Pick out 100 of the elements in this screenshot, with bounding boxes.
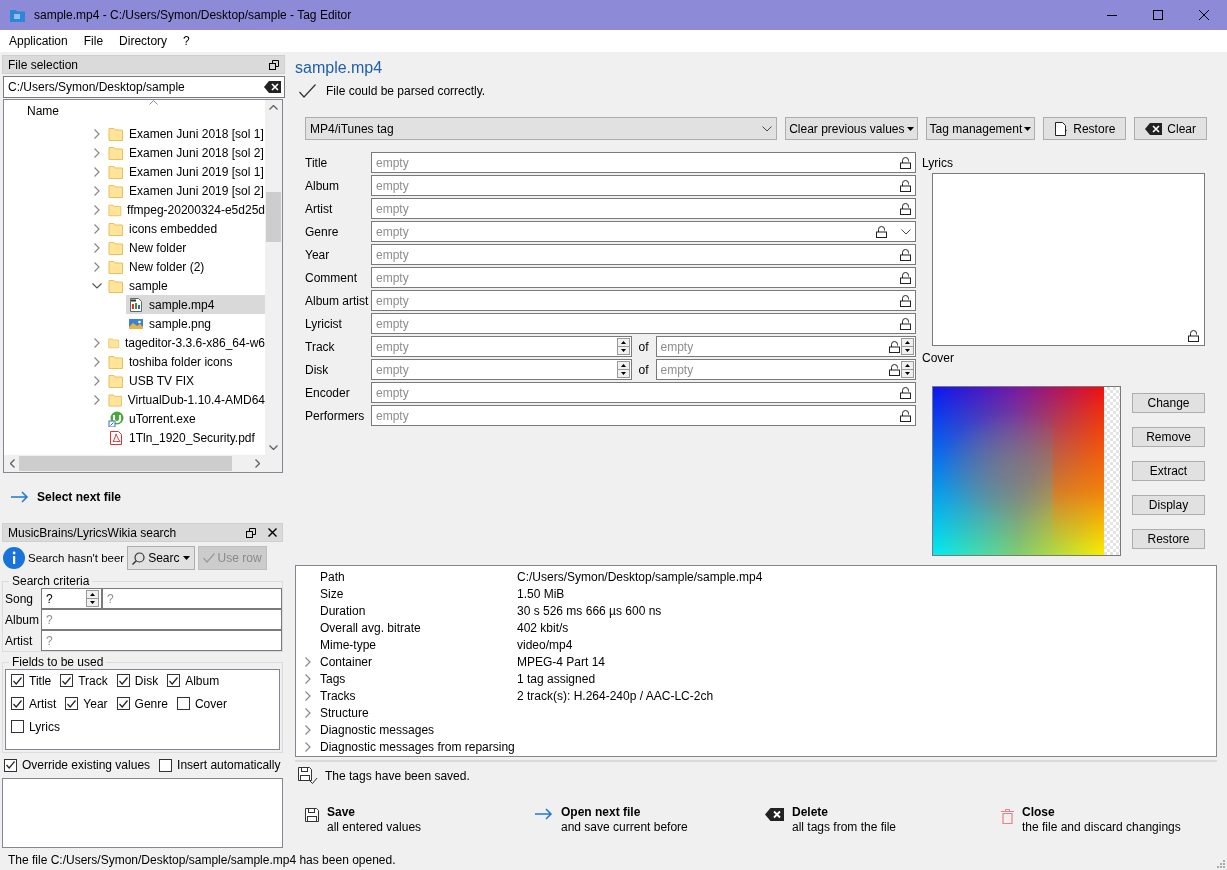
lock-icon[interactable] (900, 248, 911, 261)
lock-icon[interactable] (900, 317, 911, 330)
lock-icon[interactable] (900, 179, 911, 192)
tree-item[interactable]: New folder (2) (106, 257, 265, 276)
tree-item[interactable]: icons embedded (106, 219, 265, 238)
text-field[interactable]: ? (41, 609, 282, 630)
dropdown-arrow-icon[interactable] (906, 126, 914, 131)
clear-icon[interactable] (264, 81, 281, 93)
action-title[interactable]: Save (327, 805, 422, 820)
lock-icon[interactable] (876, 225, 887, 238)
scroll-down-icon[interactable] (269, 445, 278, 450)
tree-item[interactable]: sample.png (126, 314, 265, 333)
cover-button[interactable]: Remove (1132, 427, 1205, 447)
tree-item[interactable]: tageditor-3.3.6-x86_64-w6 (106, 333, 265, 352)
scroll-up-icon[interactable] (269, 105, 278, 110)
column-header[interactable]: Name (27, 104, 59, 118)
spin-arrows-icon[interactable] (616, 361, 630, 378)
spin-field[interactable]: empty (371, 336, 632, 357)
path-field[interactable]: C:/Users/Symon/Desktop/sample (3, 76, 285, 98)
float-icon[interactable] (246, 527, 256, 538)
checkbox[interactable] (4, 758, 17, 772)
spin-field[interactable]: ? (41, 588, 102, 609)
arrow-right-icon[interactable] (535, 808, 553, 820)
text-field[interactable]: ? (102, 588, 282, 609)
text-field[interactable]: empty (371, 198, 916, 219)
text-field[interactable]: empty (371, 244, 916, 265)
cover-button[interactable]: Change (1132, 393, 1205, 413)
menu-button[interactable]: Clear previous values (785, 117, 918, 140)
spin-field[interactable]: empty (655, 359, 916, 380)
select-next-file-link[interactable]: Select next file (37, 490, 122, 504)
spin-arrows-icon[interactable] (901, 338, 914, 355)
text-field[interactable]: ? (41, 630, 282, 651)
chevron-down-icon[interactable] (762, 125, 773, 132)
checkbox[interactable] (167, 674, 181, 687)
tree-item[interactable]: Examen Juni 2019 [sol 1] (106, 162, 265, 181)
lock-icon[interactable] (900, 156, 911, 169)
clear-button[interactable]: Clear (1134, 117, 1207, 140)
lock-icon[interactable] (900, 386, 911, 399)
close-icon[interactable] (1199, 10, 1209, 20)
resize-grip-icon[interactable] (1216, 859, 1225, 868)
spin-arrows-icon[interactable] (901, 361, 914, 378)
maximize-icon[interactable] (1153, 10, 1163, 20)
menu-item[interactable]: File (75, 34, 112, 48)
action-title[interactable]: Delete (792, 805, 897, 820)
lock-icon[interactable] (900, 202, 911, 215)
horizontal-scrollbar[interactable] (4, 455, 282, 472)
cover-button[interactable]: Display (1132, 495, 1205, 515)
restore-button[interactable]: Restore (1043, 117, 1127, 140)
search-button[interactable]: Searc (127, 546, 195, 570)
text-field[interactable]: empty (371, 267, 916, 288)
lock-icon[interactable] (889, 340, 900, 353)
dropdown-arrow-icon[interactable] (182, 556, 190, 560)
checkbox[interactable] (11, 720, 24, 733)
tree-item[interactable]: USB TV FIX (106, 371, 265, 390)
lyrics-field[interactable] (932, 173, 1205, 346)
lock-icon[interactable] (900, 271, 911, 284)
tree-item[interactable]: 1Tln_1920_Security.pdf (106, 428, 265, 447)
spin-arrows-icon[interactable] (616, 338, 630, 355)
checkbox[interactable] (11, 697, 24, 710)
tree-item[interactable]: ffmpeg-20200324-e5d25d (106, 200, 265, 219)
tree-item[interactable]: toshiba folder icons (106, 352, 265, 371)
cover-button[interactable]: Extract (1132, 461, 1205, 481)
save-icon[interactable] (305, 808, 319, 822)
spin-field[interactable]: empty (655, 336, 916, 357)
text-field[interactable]: empty (371, 382, 916, 403)
checkbox[interactable] (116, 674, 130, 687)
spin-arrows-icon[interactable] (86, 590, 99, 607)
lock-icon[interactable] (1188, 330, 1199, 342)
lock-icon[interactable] (900, 409, 911, 422)
scroll-left-icon[interactable] (10, 459, 15, 468)
menu-button[interactable]: Tag management (925, 117, 1036, 140)
menu-item[interactable]: Application (1, 34, 76, 48)
text-field[interactable]: empty (371, 152, 916, 173)
lock-icon[interactable] (900, 294, 911, 307)
action-title[interactable]: Open next file (561, 805, 688, 820)
text-field[interactable]: empty (371, 175, 916, 196)
cover-button[interactable]: Restore (1132, 529, 1205, 549)
minimize-icon[interactable] (1107, 14, 1117, 16)
checkbox[interactable] (60, 674, 74, 687)
float-icon[interactable] (269, 59, 279, 70)
checkbox[interactable] (176, 697, 190, 710)
tag-type-dropdown[interactable]: MP4/iTunes tag (305, 117, 778, 140)
close-icon[interactable] (268, 528, 277, 537)
scrollbar-thumb[interactable] (266, 192, 281, 242)
scrollbar-thumb[interactable] (19, 456, 232, 471)
checkbox[interactable] (65, 697, 79, 710)
clear-icon[interactable] (765, 808, 784, 821)
tree-item[interactable]: VirtualDub-1.10.4-AMD64 (106, 390, 265, 409)
checkbox[interactable] (116, 697, 130, 710)
combo-field[interactable]: empty (371, 221, 916, 242)
tree-item[interactable]: uTorrent.exe (106, 409, 265, 428)
tree-item[interactable]: Examen Juni 2018 [sol 1] (106, 124, 265, 143)
scroll-right-icon[interactable] (255, 459, 260, 468)
tree-item[interactable]: New folder (106, 238, 265, 257)
tree-item[interactable]: Examen Juni 2019 [sol 2] (106, 181, 265, 200)
menu-item[interactable]: Directory (111, 34, 176, 48)
checkbox[interactable] (159, 758, 173, 772)
dropdown-arrow-icon[interactable] (1024, 126, 1032, 131)
text-field[interactable]: empty (371, 290, 916, 311)
checkbox[interactable] (11, 674, 24, 687)
